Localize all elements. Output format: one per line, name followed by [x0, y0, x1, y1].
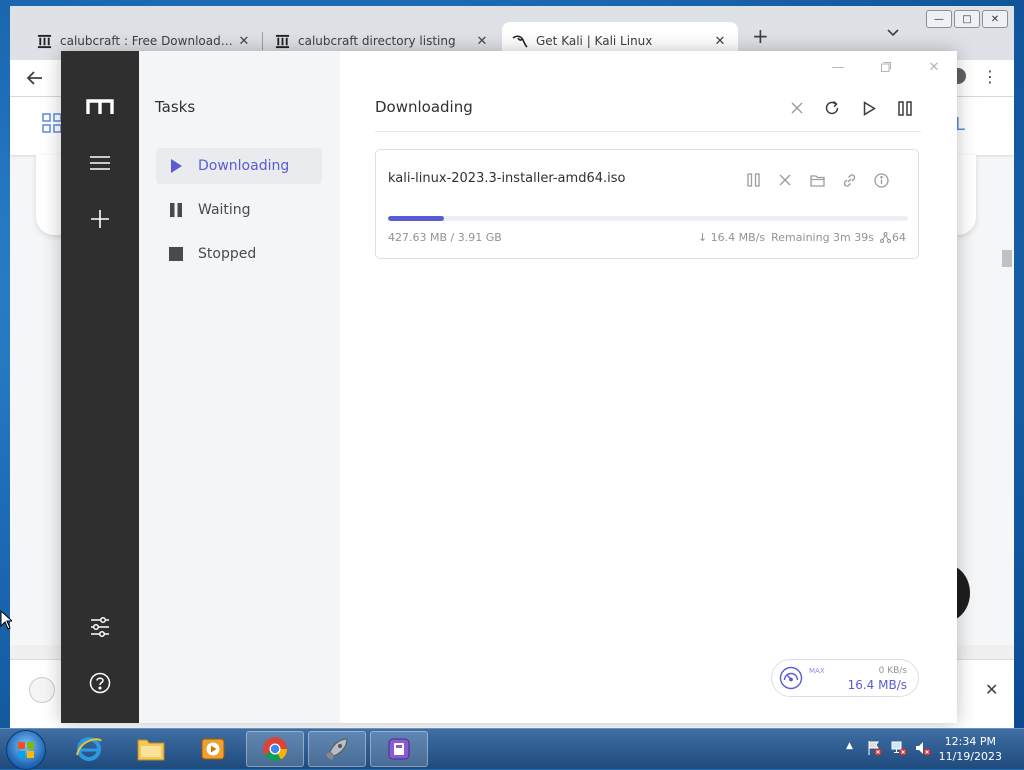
taskbar-internet-explorer[interactable] [60, 731, 118, 767]
task-size-progress: 427.63 MB / 3.91 GB [388, 231, 502, 244]
taskbar-media-player[interactable] [184, 731, 242, 767]
app-sidebar [61, 51, 139, 723]
system-clock[interactable]: 12:34 PM 11/19/2023 [939, 734, 1002, 764]
motrix-logo-icon [80, 87, 120, 127]
archive-icon [36, 33, 52, 49]
tab-search-icon[interactable] [886, 28, 900, 38]
clock-time: 12:34 PM [944, 735, 996, 748]
page-title: Downloading [375, 98, 473, 116]
app-minimize-button[interactable]: — [829, 59, 847, 75]
tab-title: calubcraft directory listing [298, 34, 456, 48]
windows-taskbar: ▲ 12:34 PM 11/19/2023 [0, 728, 1024, 770]
chrome-minimize-button[interactable]: — [926, 10, 952, 28]
task-item[interactable]: kali-linux-2023.3-installer-amd64.iso 42… [375, 149, 919, 259]
stop-icon [168, 246, 184, 262]
folder-icon [136, 736, 166, 762]
apps-grid-icon[interactable] [42, 113, 62, 133]
task-progress-fill [388, 216, 444, 221]
pause-all-icon[interactable] [894, 97, 916, 119]
motrix-app-icon [387, 737, 411, 761]
pause-icon [168, 202, 184, 218]
task-speed: 16.4 MB/s [710, 231, 766, 244]
speed-limit-label: MAX [809, 667, 825, 675]
add-task-icon[interactable] [80, 199, 120, 239]
task-stats: ↓ 16.4 MB/s Remaining 3m 39s 64 [698, 231, 906, 244]
clear-tasks-icon[interactable] [786, 97, 808, 119]
internet-explorer-icon [75, 735, 103, 763]
chrome-scrollbar-thumb[interactable] [1002, 250, 1012, 267]
help-icon[interactable] [80, 663, 120, 703]
tab-title: Get Kali | Kali Linux [536, 34, 653, 48]
connections-group: 64 [880, 231, 906, 244]
network-icon[interactable] [891, 740, 907, 756]
preferences-sliders-icon[interactable] [80, 607, 120, 647]
mouse-cursor-icon [0, 610, 12, 630]
upload-speed: 0 KB/s [878, 666, 907, 676]
copy-link-icon[interactable] [839, 170, 859, 190]
tab-close-icon[interactable]: ✕ [712, 34, 728, 49]
volume-muted-icon[interactable] [915, 740, 931, 756]
download-speed-total: 16.4 MB/s [847, 678, 907, 692]
taskbar-file-explorer[interactable] [122, 731, 180, 767]
resume-all-icon[interactable] [858, 97, 880, 119]
start-button[interactable] [6, 730, 46, 770]
chrome-icon [261, 735, 289, 763]
task-file-name: kali-linux-2023.3-installer-amd64.iso [388, 171, 626, 186]
taskbar-motrix-rocket[interactable] [308, 731, 366, 767]
task-main-panel: — ✕ Downloading kali-linux-2023.3-instal… [340, 51, 957, 723]
task-list-menu-icon[interactable] [80, 143, 120, 183]
kali-dragon-icon [512, 33, 528, 49]
connections-icon [880, 232, 891, 243]
taskbar-chrome[interactable] [246, 731, 304, 767]
tab-close-icon[interactable]: ✕ [236, 34, 252, 49]
action-center-flag-icon[interactable] [866, 740, 882, 756]
subnav-item-label: Downloading [198, 158, 290, 174]
back-arrow-icon[interactable] [26, 69, 44, 87]
new-tab-button[interactable]: + [752, 24, 769, 48]
tab-title: calubcraft : Free Download, Borrow [60, 34, 236, 48]
task-progress-bar [388, 216, 908, 221]
speedometer[interactable]: MAX 0 KB/s 16.4 MB/s [771, 659, 919, 697]
speedometer-gauge-icon [779, 666, 803, 690]
chrome-window-controls: — □ ✕ [926, 10, 1008, 28]
task-connections: 64 [892, 231, 906, 244]
task-subnav: Tasks Downloading Waiting Stopped [139, 51, 340, 723]
delete-task-icon[interactable] [775, 170, 795, 190]
chrome-menu-icon[interactable]: ⋮ [982, 69, 998, 85]
archive-icon [274, 33, 290, 49]
app-close-button[interactable]: ✕ [925, 59, 943, 75]
refresh-icon[interactable] [821, 97, 843, 119]
chrome-close-button[interactable]: ✕ [982, 10, 1008, 28]
chrome-maximize-button[interactable]: □ [954, 10, 980, 28]
taskbar-motrix-app[interactable] [370, 731, 428, 767]
subnav-item-downloading[interactable]: Downloading [156, 148, 322, 184]
pause-task-icon[interactable] [743, 170, 763, 190]
clock-date: 11/19/2023 [938, 750, 1002, 763]
subnav-item-label: Waiting [198, 202, 251, 218]
header-divider [375, 131, 921, 132]
motrix-window: Tasks Downloading Waiting Stopped — ✕ Do… [61, 51, 957, 723]
tab-close-icon[interactable]: ✕ [474, 34, 490, 49]
tab-separator [262, 32, 263, 50]
download-speed-group: ↓ 16.4 MB/s [698, 231, 765, 244]
windows-logo-icon [18, 742, 34, 758]
media-player-icon [200, 736, 226, 762]
subnav-item-waiting[interactable]: Waiting [156, 192, 322, 228]
subnav-item-stopped[interactable]: Stopped [156, 236, 322, 272]
download-bar-close-icon[interactable]: ✕ [985, 680, 998, 699]
subnav-item-label: Stopped [198, 246, 257, 262]
open-folder-icon[interactable] [807, 170, 827, 190]
tray-expand-icon[interactable]: ▲ [846, 741, 853, 751]
app-maximize-icon[interactable] [877, 59, 895, 75]
play-icon [168, 158, 184, 174]
task-remaining: Remaining 3m 39s [771, 231, 874, 244]
download-file-icon[interactable] [29, 677, 55, 703]
subnav-title: Tasks [155, 98, 196, 116]
task-info-icon[interactable] [871, 170, 891, 190]
download-arrow-icon: ↓ [697, 231, 708, 244]
rocket-icon [323, 735, 351, 763]
